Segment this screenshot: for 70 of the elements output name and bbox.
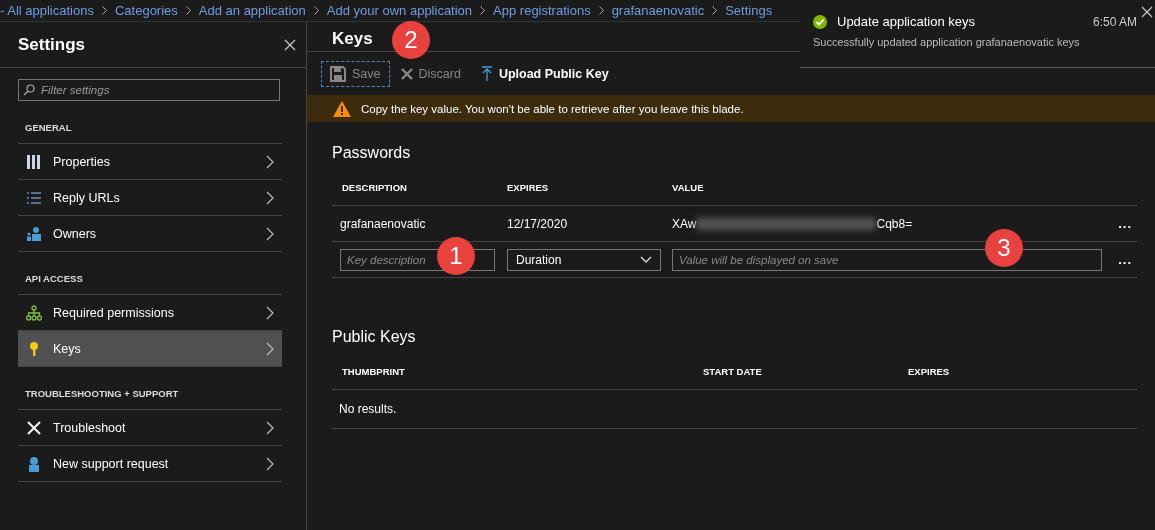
key-value-start: XAw bbox=[672, 216, 697, 231]
chevron-icon bbox=[101, 6, 107, 15]
breadcrumb-link[interactable]: App registrations bbox=[493, 3, 591, 18]
column-header: EXPIRES bbox=[506, 182, 550, 195]
column-header: START DATE bbox=[702, 366, 763, 379]
column-header: VALUE bbox=[671, 182, 705, 195]
chevron-icon bbox=[266, 190, 274, 205]
chevron-icon bbox=[313, 6, 319, 15]
chevron-icon bbox=[266, 154, 274, 169]
settings-item[interactable]: Properties bbox=[18, 144, 282, 180]
people-icon bbox=[26, 225, 42, 242]
toolbar-button[interactable]: Upload Public Key bbox=[471, 61, 618, 87]
warning-text: Copy the key value. You won't be able to retrieve after you leave this blade. bbox=[361, 102, 744, 115]
columns-icon bbox=[26, 153, 42, 170]
column-header: DESCRIPTION bbox=[341, 182, 408, 195]
breadcrumb-link[interactable]: Settings bbox=[725, 3, 773, 18]
close-icon[interactable] bbox=[1141, 6, 1153, 18]
breadcrumb-link[interactable]: Add your own application bbox=[326, 3, 473, 18]
breadcrumb-link[interactable]: - All applications bbox=[0, 3, 94, 18]
filter-field[interactable]: Filter settings bbox=[18, 79, 280, 101]
chevron-icon bbox=[266, 226, 274, 241]
more-button[interactable]: ... bbox=[1118, 216, 1132, 231]
duration-dropdown[interactable]: Duration bbox=[507, 248, 661, 271]
hierarchy-icon bbox=[26, 304, 42, 321]
chevron-icon bbox=[266, 305, 274, 320]
column-header: EXPIRES bbox=[907, 366, 951, 379]
caret-icon bbox=[640, 255, 652, 264]
person-icon bbox=[26, 455, 42, 472]
notification-message: Successfully updated application grafanaenovatic keys bbox=[813, 36, 1081, 48]
close-icon bbox=[400, 68, 413, 80]
section-heading: API ACCESS bbox=[25, 273, 84, 284]
settings-item[interactable]: Troubleshoot bbox=[18, 410, 282, 446]
warning-icon bbox=[333, 100, 351, 117]
breadcrumb-link[interactable]: grafanaenovatic bbox=[611, 3, 705, 18]
breadcrumb-link[interactable]: Categories bbox=[114, 3, 178, 18]
chevron-icon bbox=[712, 6, 718, 15]
settings-item[interactable]: New support request bbox=[18, 446, 282, 482]
settings-item[interactable]: Owners bbox=[18, 216, 282, 252]
success-icon bbox=[813, 14, 827, 29]
section-heading: TROUBLESHOOTING + SUPPORT bbox=[25, 388, 180, 399]
callout-badge: 2 bbox=[392, 21, 430, 59]
column-header: THUMBPRINT bbox=[341, 366, 406, 379]
callout-badge: 1 bbox=[437, 237, 475, 275]
settings-item[interactable]: Keys bbox=[18, 331, 282, 367]
panel-title: Keys bbox=[332, 29, 373, 48]
more-button[interactable]: ... bbox=[1118, 252, 1132, 267]
callout-badge: 3 bbox=[985, 229, 1023, 267]
empty-message: No results. bbox=[339, 402, 397, 416]
checklist-icon bbox=[26, 189, 42, 206]
section-heading: GENERAL bbox=[25, 122, 73, 133]
breadcrumb-link[interactable]: Add an application bbox=[198, 3, 306, 18]
table-cell: grafanaenovatic bbox=[340, 216, 426, 231]
key-value-end: Cqb8= bbox=[876, 216, 913, 231]
notification-time: 6:50 AM bbox=[1092, 14, 1137, 29]
close-icon[interactable] bbox=[284, 38, 296, 51]
chevron-icon bbox=[266, 420, 274, 435]
notification-title: Update application keys bbox=[837, 14, 977, 29]
panel-title: Settings bbox=[18, 34, 86, 55]
upload-icon bbox=[480, 66, 493, 82]
chevron-icon bbox=[266, 456, 274, 471]
save-icon bbox=[330, 66, 346, 82]
chevron-icon bbox=[266, 341, 274, 356]
search-icon bbox=[23, 84, 35, 96]
chevron-icon bbox=[598, 6, 604, 15]
chevron-icon bbox=[480, 6, 486, 15]
settings-item[interactable]: Reply URLs bbox=[18, 180, 282, 216]
table-cell: 12/17/2020 bbox=[507, 216, 568, 231]
section-title: Public Keys bbox=[332, 328, 417, 346]
section-title: Passwords bbox=[332, 144, 412, 162]
chevron-icon bbox=[185, 6, 191, 15]
